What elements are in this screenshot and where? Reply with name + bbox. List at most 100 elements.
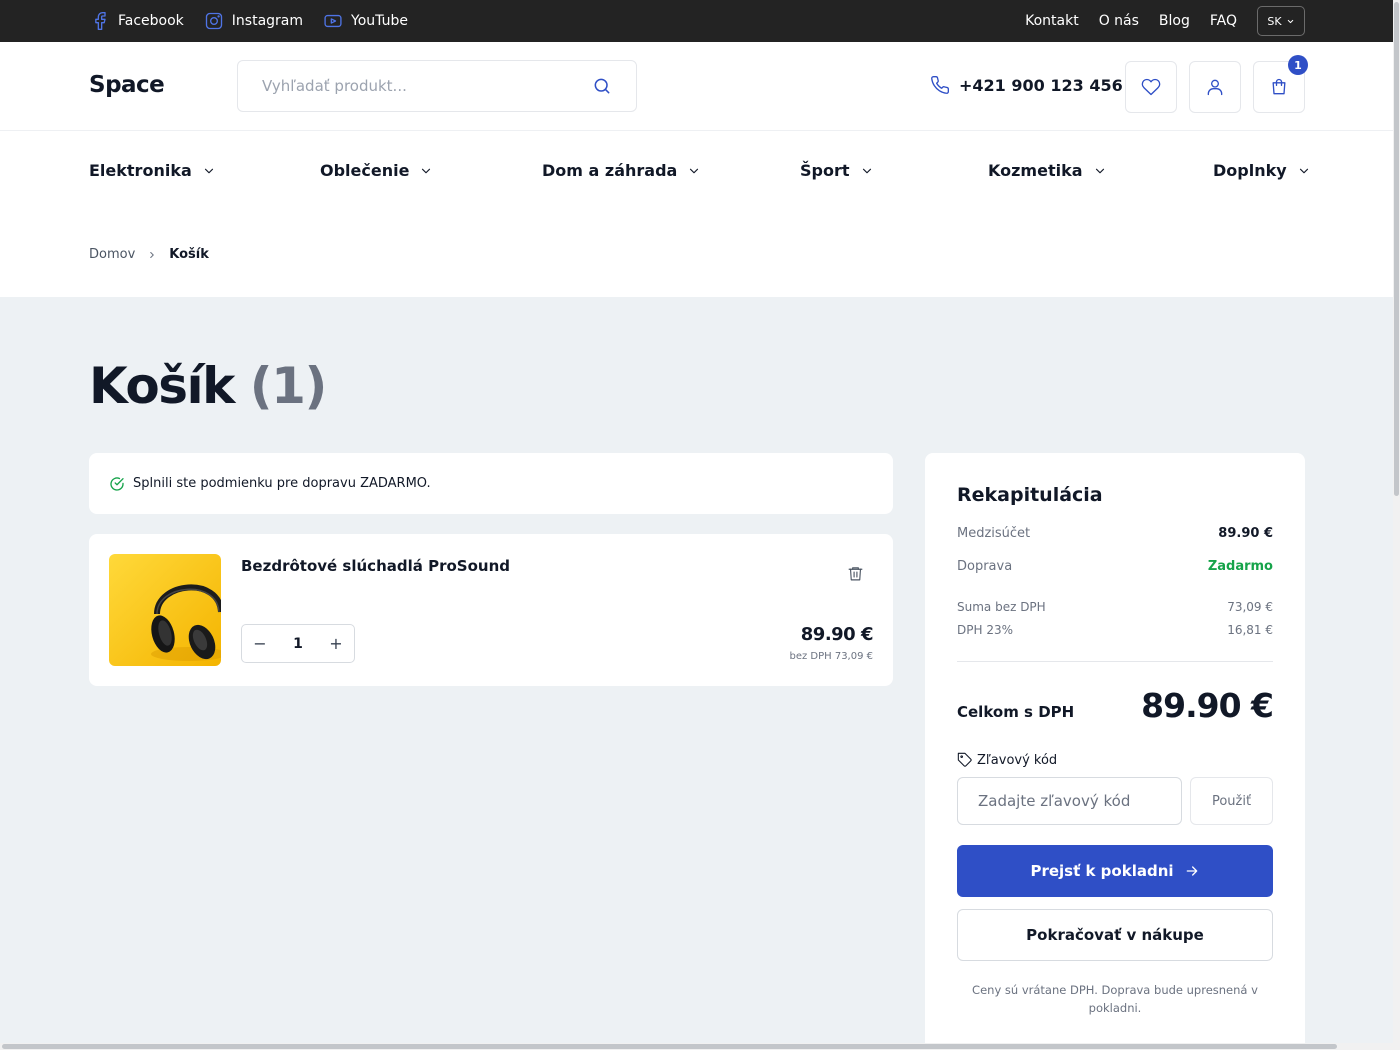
tag-icon (957, 752, 972, 767)
chevron-down-icon (1287, 19, 1293, 23)
chevron-down-icon (690, 168, 699, 173)
user-icon (1207, 79, 1223, 96)
cart-item: Bezdrôtové slúchadlá ProSound − 1 + 89.9… (89, 534, 893, 686)
nav-item-dom-a-zahrada[interactable]: Dom a záhrada (542, 161, 701, 180)
chevron-right-icon (150, 251, 155, 258)
chevron-down-icon (1095, 168, 1104, 173)
total-label: Celkom s DPH (957, 703, 1075, 721)
facebook-icon (95, 12, 106, 31)
subtotal-row: Medzisúčet 89.90 € (957, 526, 1273, 541)
facebook-label: Facebook (118, 13, 184, 29)
nav-item-label: Dom a záhrada (542, 161, 678, 180)
horizontal-scrollbar-thumb[interactable] (2, 1044, 1337, 1049)
breadcrumb-home[interactable]: Domov (89, 247, 135, 262)
top-bar: Facebook Instagram YouTube Kontakt O nás… (0, 0, 1393, 42)
faq-link[interactable]: FAQ (1210, 13, 1237, 29)
cart-count-badge: 1 (1288, 55, 1308, 75)
total-value: 89.90 € (1141, 686, 1274, 725)
quantity-value[interactable]: 1 (278, 636, 318, 652)
instagram-label: Instagram (231, 13, 304, 29)
header: Space +421 900 123 456 1 (0, 42, 1393, 131)
phone-icon (931, 75, 950, 94)
decrease-quantity-button[interactable]: − (242, 625, 278, 662)
cart-button[interactable]: 1 (1253, 55, 1308, 113)
facebook-link[interactable]: Facebook (90, 11, 184, 31)
vat-row: DPH 23% 16,81 € (957, 623, 1273, 637)
vat-value: 16,81 € (1227, 623, 1273, 637)
continue-shopping-button[interactable]: Pokračovať v nákupe (957, 909, 1273, 961)
youtube-icon (324, 14, 342, 28)
nav-item-sport[interactable]: Šport (800, 161, 874, 180)
checkout-button[interactable]: Prejsť k pokladni (957, 845, 1273, 897)
chevron-down-icon (422, 168, 431, 173)
blog-link[interactable]: Blog (1159, 13, 1190, 29)
remove-item-button[interactable] (845, 563, 865, 583)
summary-title: Rekapitulácia (957, 484, 1103, 506)
search-input[interactable] (262, 77, 592, 95)
vat-label: DPH 23% (957, 623, 1013, 637)
phone-number: +421 900 123 456 (959, 75, 1123, 95)
cart-item-count: (1) (249, 357, 328, 415)
check-circle-icon (110, 476, 124, 491)
wishlist-button[interactable] (1125, 61, 1177, 113)
item-price: 89.90 € (800, 624, 874, 645)
discount-label: Zľavový kód (957, 752, 1057, 768)
discount-label-text: Zľavový kód (977, 752, 1058, 768)
page-title-text: Košík (89, 357, 235, 415)
trash-icon (848, 566, 862, 580)
free-shipping-notice: Splnili ste podmienku pre dopravu ZADARM… (89, 453, 893, 514)
subtotal-label: Medzisúčet (957, 526, 1031, 541)
nav-item-doplnky[interactable]: Doplnky (1213, 161, 1311, 180)
instagram-icon (205, 12, 222, 30)
logo[interactable]: Space (89, 72, 165, 98)
headphones-image (109, 554, 221, 666)
checkout-button-label: Prejsť k pokladni (1030, 862, 1174, 880)
product-name[interactable]: Bezdrôtové slúchadlá ProSound (241, 557, 510, 575)
instagram-link[interactable]: Instagram (204, 11, 303, 31)
language-selector[interactable]: SK (1257, 6, 1305, 36)
increase-quantity-button[interactable]: + (318, 625, 354, 662)
quantity-stepper: − 1 + (241, 624, 355, 663)
discount-code-input[interactable] (957, 777, 1182, 825)
chevron-down-icon (1299, 168, 1308, 173)
category-nav: Elektronika Oblečenie Dom a záhrada Špor… (0, 131, 1393, 297)
breadcrumb-current: Košík (169, 247, 209, 262)
search-box (237, 60, 637, 112)
summary-note: Ceny sú vrátane DPH. Doprava bude upresn… (972, 983, 1258, 1015)
net-row: Suma bez DPH 73,09 € (957, 600, 1273, 614)
net-value: 73,09 € (1227, 600, 1273, 614)
nav-item-label: Kozmetika (988, 161, 1083, 180)
net-label: Suma bez DPH (957, 600, 1046, 614)
vertical-scrollbar-thumb[interactable] (1394, 2, 1399, 496)
shipping-value: Zadarmo (1207, 559, 1273, 574)
apply-discount-button[interactable]: Použiť (1190, 777, 1273, 825)
summary-divider (957, 661, 1273, 662)
top-links: Kontakt O nás Blog FAQ (1025, 0, 1237, 42)
phone-contact[interactable]: +421 900 123 456 (930, 75, 1123, 95)
subtotal-value: 89.90 € (1218, 526, 1273, 541)
social-links: Facebook Instagram YouTube (90, 0, 408, 42)
notice-text: Splnili ste podmienku pre dopravu ZADARM… (133, 476, 431, 491)
chevron-down-icon (204, 168, 213, 173)
account-button[interactable] (1189, 61, 1241, 113)
item-price-net: bez DPH 73,09 € (789, 651, 873, 662)
breadcrumb: Domov Košík (89, 247, 209, 262)
youtube-label: YouTube (351, 13, 408, 29)
chevron-down-icon (862, 168, 871, 173)
product-image[interactable] (109, 554, 221, 666)
nav-item-elektronika[interactable]: Elektronika (89, 161, 216, 180)
order-summary: Rekapitulácia Medzisúčet 89.90 € Doprava… (925, 453, 1305, 1050)
shipping-row: Doprava Zadarmo (957, 559, 1273, 574)
shipping-label: Doprava (957, 559, 1013, 574)
search-icon[interactable] (592, 76, 612, 96)
language-label: SK (1267, 14, 1282, 28)
nav-item-label: Šport (800, 161, 850, 180)
arrow-right-icon (1186, 866, 1197, 876)
contact-link[interactable]: Kontakt (1025, 13, 1079, 29)
nav-item-label: Elektronika (89, 161, 192, 180)
youtube-link[interactable]: YouTube (323, 11, 408, 31)
nav-item-kozmetika[interactable]: Kozmetika (988, 161, 1107, 180)
about-link[interactable]: O nás (1099, 13, 1139, 29)
nav-item-oblecenie[interactable]: Oblečenie (320, 161, 433, 180)
nav-item-label: Doplnky (1213, 161, 1287, 180)
